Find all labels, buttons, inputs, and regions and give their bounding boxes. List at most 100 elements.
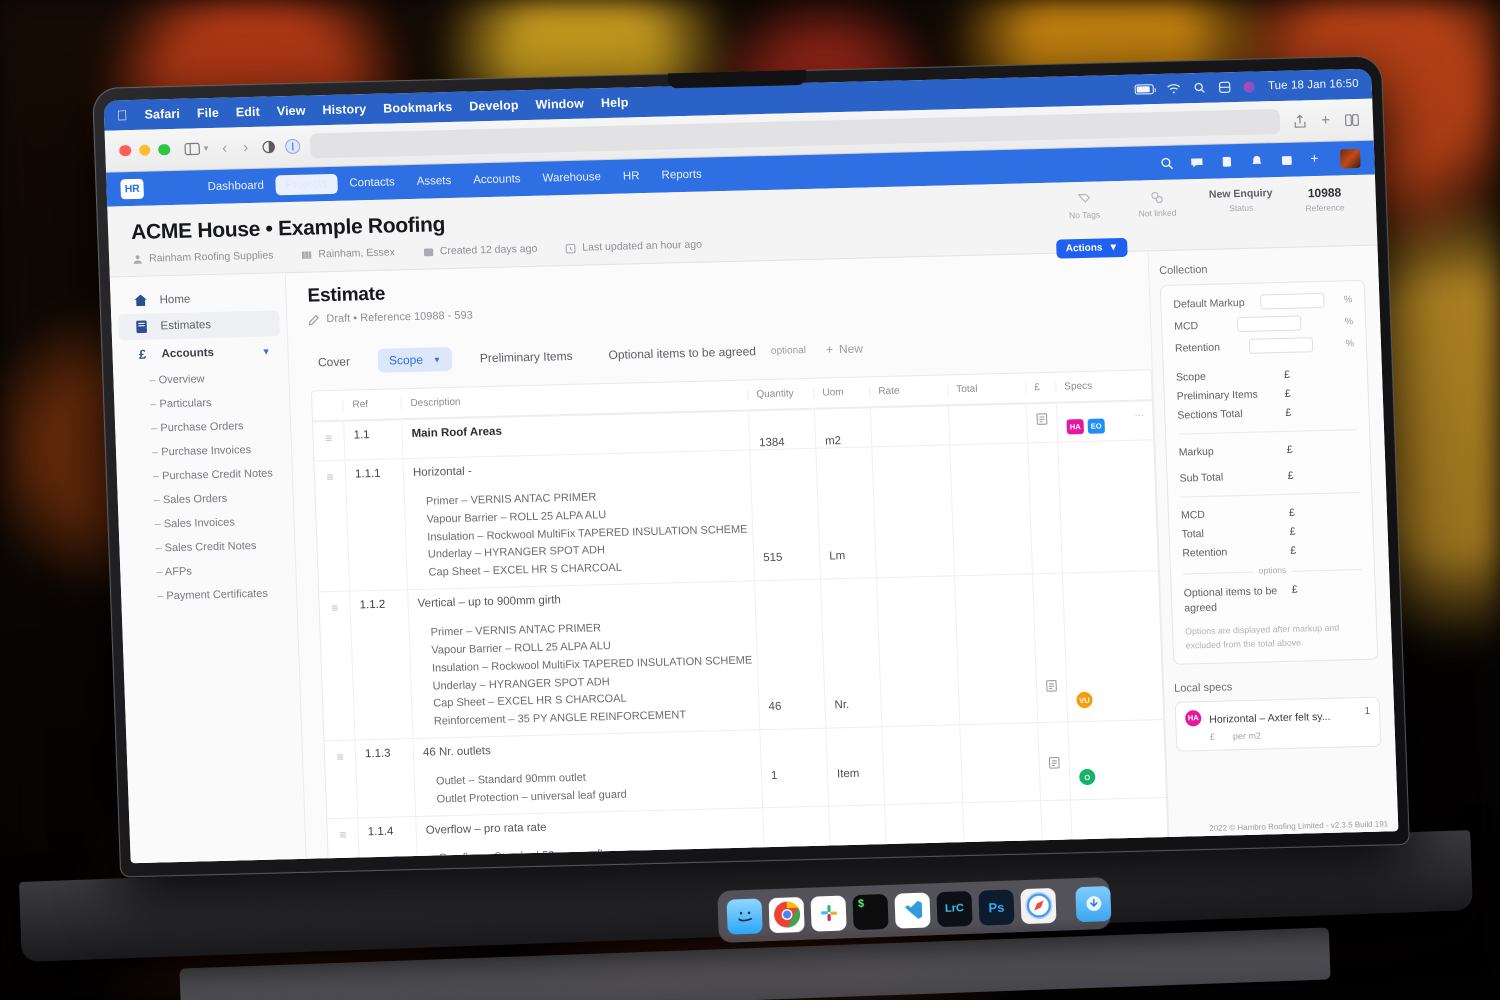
column-header-rate[interactable]: Rate <box>869 384 948 398</box>
tab-overview-icon[interactable] <box>1344 113 1359 126</box>
chevron-down-icon[interactable]: ▼ <box>261 346 270 356</box>
maximize-button[interactable] <box>158 143 170 156</box>
nav-item-dashboard[interactable]: Dashboard <box>197 175 274 197</box>
column-header-total[interactable]: Total <box>947 382 1026 396</box>
tab-preliminary-items[interactable]: Preliminary Items <box>471 344 581 371</box>
calendar-icon[interactable] <box>1280 153 1293 166</box>
default-markup-input[interactable] <box>1260 292 1325 310</box>
menu-help[interactable]: Help <box>601 95 629 110</box>
row-uom[interactable]: Lm <box>815 447 877 579</box>
field-retention[interactable]: Retention % <box>1175 336 1354 356</box>
actions-button[interactable]: Actions ▼ <box>1056 237 1128 259</box>
plus-icon[interactable]: + <box>1310 149 1323 165</box>
nav-item-contacts[interactable]: Contacts <box>339 172 405 194</box>
share-icon[interactable] <box>1294 114 1306 128</box>
badge-status[interactable]: New Enquiry Status <box>1209 187 1273 214</box>
siri-icon[interactable] <box>1243 81 1256 93</box>
badge-eo[interactable]: EO <box>1087 418 1106 434</box>
sidebar-item-payment-certificates[interactable]: Payment Certificates <box>121 581 297 609</box>
sidebar-item-accounts[interactable]: £ Accounts ▼ <box>119 337 281 368</box>
row-rate[interactable] <box>876 576 960 727</box>
menu-view[interactable]: View <box>277 104 306 119</box>
forward-button[interactable]: › <box>243 139 249 156</box>
slack-icon[interactable] <box>810 894 847 932</box>
bell-icon[interactable] <box>1250 154 1263 167</box>
row-rate[interactable] <box>871 445 954 578</box>
vscode-icon[interactable] <box>894 891 931 929</box>
sidebar-item-estimates[interactable]: Estimates <box>118 310 281 341</box>
sidebar-item-home[interactable]: Home <box>117 284 279 313</box>
new-button[interactable]: + New <box>826 342 864 357</box>
row-rate[interactable] <box>869 406 950 447</box>
row-badges[interactable]: O <box>1067 720 1141 800</box>
nav-item-reports[interactable]: Reports <box>651 164 712 186</box>
tab-cover[interactable]: Cover <box>310 349 359 374</box>
row-rate[interactable] <box>881 725 963 804</box>
menu-history[interactable]: History <box>322 102 366 117</box>
drag-handle-icon[interactable]: ≡ <box>325 740 358 817</box>
spec-doc-icon[interactable] <box>1025 403 1058 443</box>
menu-safari[interactable]: Safari <box>144 107 180 122</box>
table-row[interactable]: ≡ 1.1.1 Horizontal - Primer – VERNIS ANT… <box>314 439 1158 592</box>
row-quantity[interactable]: 1 <box>759 728 829 807</box>
nav-item-accounts[interactable]: Accounts <box>463 169 531 191</box>
menu-bookmarks[interactable]: Bookmarks <box>383 100 452 116</box>
row-total[interactable] <box>949 443 1032 576</box>
row-total[interactable] <box>947 404 1028 445</box>
badge-linked[interactable]: Not linked <box>1136 190 1179 219</box>
sidebar-toggle-icon[interactable]: ▾ <box>184 142 209 156</box>
badge-reference[interactable]: 10988 Reference <box>1303 185 1346 213</box>
spec-doc-icon[interactable] <box>1037 722 1071 800</box>
nav-item-projects[interactable]: Projects <box>275 173 338 196</box>
row-quantity[interactable]: 46 <box>754 579 826 730</box>
drag-handle-icon[interactable]: ≡ <box>315 461 350 592</box>
row-description-cell[interactable]: Vertical – up to 900mm girth Primer – VE… <box>407 581 760 739</box>
menu-edit[interactable]: Edit <box>236 105 261 120</box>
chat-icon[interactable] <box>1190 155 1203 168</box>
back-button[interactable]: ‹ <box>222 140 228 157</box>
reader-view-icon[interactable] <box>262 140 275 154</box>
row-quantity[interactable]: 515 <box>749 448 821 581</box>
badge-vu[interactable]: VU <box>1076 691 1093 709</box>
badge-tags[interactable]: No Tags <box>1063 191 1106 220</box>
row-total[interactable] <box>959 723 1041 802</box>
column-header-quantity[interactable]: Quantity <box>747 387 814 401</box>
row-badges[interactable]: HA EO <box>1055 401 1128 442</box>
apple-logo-icon[interactable]:  <box>117 107 128 123</box>
nav-item-assets[interactable]: Assets <box>406 171 461 192</box>
menu-develop[interactable]: Develop <box>469 98 519 113</box>
search-icon[interactable] <box>1160 156 1174 169</box>
chrome-icon[interactable] <box>768 896 805 933</box>
close-button[interactable] <box>119 144 131 157</box>
row-uom[interactable]: Nr. <box>820 578 882 728</box>
battery-icon[interactable] <box>1134 84 1155 95</box>
photoshop-icon[interactable]: Ps <box>978 888 1015 926</box>
menu-window[interactable]: Window <box>535 97 584 112</box>
row-description-cell[interactable]: Horizontal - Primer – VERNIS ANTAC PRIME… <box>402 450 755 590</box>
local-spec-item[interactable]: HA Horizontal – Axter felt sy... £ per m… <box>1174 696 1382 752</box>
drag-handle-icon[interactable]: ≡ <box>313 422 344 461</box>
new-tab-icon[interactable]: + <box>1321 112 1330 129</box>
row-uom[interactable]: m2 <box>813 408 872 448</box>
nav-item-warehouse[interactable]: Warehouse <box>532 167 611 189</box>
field-default-markup[interactable]: Default Markup % <box>1173 292 1353 312</box>
more-options-icon[interactable]: ⋯ <box>1126 401 1153 440</box>
table-row[interactable]: ≡ 1.1.2 Vertical – up to 900mm girth Pri… <box>319 570 1164 741</box>
menu-file[interactable]: File <box>197 106 219 121</box>
spotlight-icon[interactable] <box>1194 82 1206 94</box>
column-header-specs[interactable]: Specs <box>1055 379 1126 393</box>
app-logo[interactable]: HR <box>120 178 144 200</box>
menubar-clock[interactable]: Tue 18 Jan 16:50 <box>1268 78 1359 92</box>
nav-item-hr[interactable]: HR <box>613 166 650 187</box>
column-header-ref[interactable]: Ref <box>342 398 401 411</box>
badge-ha[interactable]: HA <box>1066 418 1085 435</box>
privacy-report-icon[interactable] <box>285 138 301 154</box>
row-uom[interactable]: Item <box>825 727 885 806</box>
lightroom-classic-icon[interactable]: LrC <box>936 890 973 927</box>
meta-company[interactable]: Rainham Roofing Supplies <box>132 249 274 265</box>
row-total[interactable] <box>954 574 1038 725</box>
badge-o[interactable]: O <box>1079 769 1096 786</box>
column-header-description[interactable]: Description <box>400 389 748 410</box>
minimize-button[interactable] <box>138 144 151 157</box>
row-quantity[interactable]: 1384 <box>747 409 816 450</box>
